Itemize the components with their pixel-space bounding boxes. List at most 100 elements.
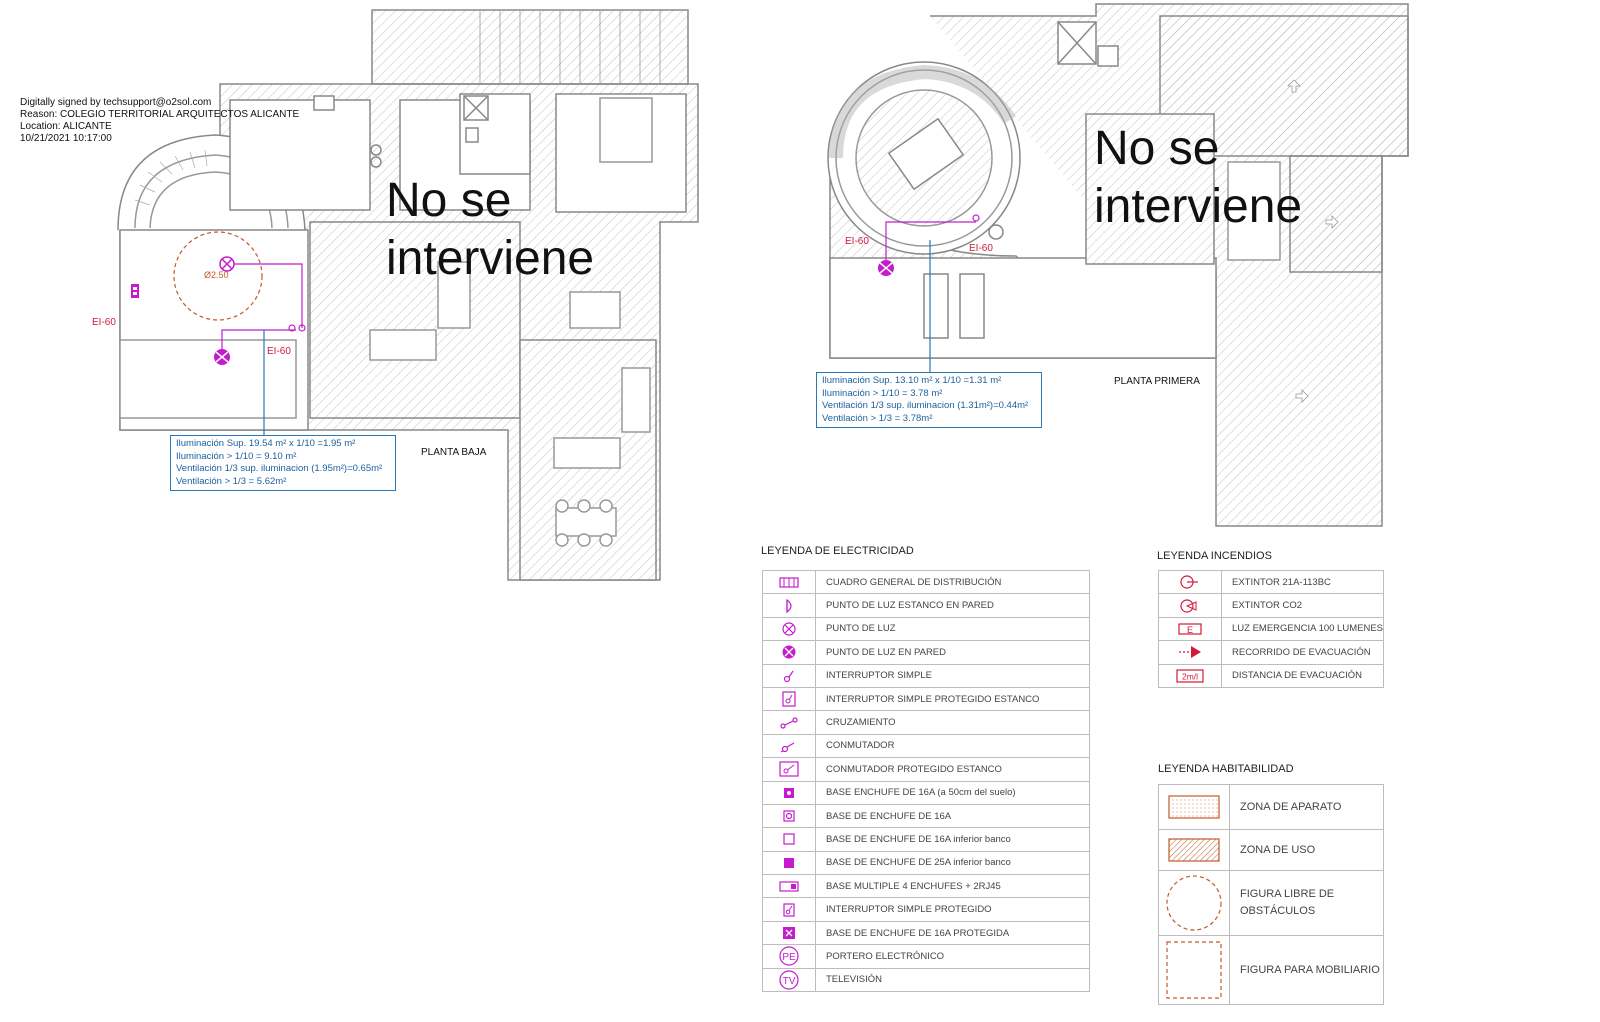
- legend-row: TV TELEVISIÓN: [762, 967, 1090, 993]
- legend-row: BASE MULTIPLE 4 ENCHUFES + 2RJ45: [762, 874, 1090, 899]
- legend-label: DISTANCIA DE EVACUACIÓN: [1221, 663, 1384, 688]
- legend-label: PUNTO DE LUZ EN PARED: [815, 640, 1090, 665]
- legend-row: CONMUTADOR PROTEGIDO ESTANCO: [762, 757, 1090, 782]
- legend-label: INTERRUPTOR SIMPLE PROTEGIDO: [815, 897, 1090, 922]
- ground-no-intervention: No se interviene: [386, 172, 594, 288]
- multi-socket-icon: [779, 881, 799, 892]
- legend-row: PUNTO DE LUZ ESTANCO EN PARED: [762, 593, 1090, 618]
- calc-line: Iluminación > 1/10 = 3.78 m²: [822, 387, 943, 399]
- legend-row: EXTINTOR CO2: [1158, 593, 1384, 618]
- calc-line: Ventilación > 1/3 = 3.78m²: [822, 412, 933, 424]
- no-intervention-line: interviene: [386, 232, 595, 285]
- socket-16a-icon: [783, 810, 795, 822]
- simple-switch-icon: [783, 670, 794, 682]
- light-point-icon: [782, 622, 796, 636]
- wall-light-icon: [782, 645, 796, 659]
- no-intervention-line: No se: [1094, 122, 1220, 175]
- legend-label: INTERRUPTOR SIMPLE PROTEGIDO ESTANCO: [815, 686, 1090, 712]
- legend-label: BASE DE ENCHUFE DE 25A inferior banco: [815, 850, 1090, 876]
- protected-two-way-switch-icon: [779, 761, 799, 777]
- legend-label: FIGURA LIBRE DE OBSTÁCULOS: [1229, 870, 1384, 936]
- emergency-light-icon: E: [1178, 623, 1202, 635]
- calc-line: Ventilación > 1/3 = 5.62m²: [176, 475, 287, 487]
- calc-line: Ventilación 1/3 sup. iluminacion (1.31m²…: [822, 400, 1029, 411]
- protected-switch-icon: [783, 903, 795, 917]
- legend-label: PUNTO DE LUZ ESTANCO EN PARED: [815, 593, 1090, 618]
- calc-line: Iluminación Sup. 13.10 m² x 1/10 =1.31 m…: [822, 375, 1002, 386]
- two-way-switch-icon: [780, 742, 795, 753]
- legend-label: EXTINTOR 21A-113BC: [1221, 569, 1384, 595]
- legend-row: INTERRUPTOR SIMPLE PROTEGIDO: [762, 897, 1090, 922]
- legend-row: ZONA DE USO: [1158, 829, 1384, 871]
- protected-waterproof-switch-icon: [782, 691, 796, 707]
- distance-glyph: 2m/l: [1182, 671, 1198, 681]
- electricity-legend-title: LEYENDA DE ELECTRICIDAD: [761, 545, 914, 557]
- socket-16a-under-counter-icon: [783, 833, 795, 846]
- intercom-icon: PE: [779, 946, 799, 967]
- legend-row: BASE ENCHUFE DE 16A (a 50cm del suelo): [762, 780, 1090, 805]
- signature-line: Digitally signed by techsupport@o2sol.co…: [20, 97, 212, 108]
- electricity-legend-table: CUADRO GENERAL DE DISTRIBUCIÓN PUNTO DE …: [762, 569, 1090, 993]
- legend-row: BASE DE ENCHUFE DE 16A PROTEGIDA: [762, 920, 1090, 946]
- fire-legend-table: EXTINTOR 21A-113BC EXTINTOR CO2 E LUZ EME…: [1158, 569, 1384, 688]
- legend-row: INTERRUPTOR SIMPLE PROTEGIDO ESTANCO: [762, 686, 1090, 712]
- legend-row: RECORRIDO DE EVACUACIÓN: [1158, 640, 1384, 665]
- legend-row: INTERRUPTOR SIMPLE: [762, 663, 1090, 688]
- free-circle-icon: [1166, 875, 1222, 931]
- legend-label: CONMUTADOR PROTEGIDO ESTANCO: [815, 757, 1090, 782]
- ground-floor-label: PLANTA BAJA: [421, 447, 487, 458]
- appliance-zone-icon: [1168, 795, 1220, 819]
- legend-row: BASE DE ENCHUFE DE 16A: [762, 803, 1090, 829]
- legend-label: BASE DE ENCHUFE DE 16A inferior banco: [815, 827, 1090, 852]
- calc-line: Iluminación > 1/10 = 9.10 m²: [176, 450, 297, 462]
- legend-row: 2m/l DISTANCIA DE EVACUACIÓN: [1158, 663, 1384, 688]
- legend-row: FIGURA LIBRE DE OBSTÁCULOS: [1158, 870, 1384, 936]
- intercom-glyph: PE: [782, 952, 796, 963]
- socket-16a-50cm-icon: [784, 787, 794, 798]
- extinguisher-icon: [1180, 575, 1198, 589]
- fire-rating-label: EI-60: [92, 317, 116, 328]
- legend-row: E LUZ EMERGENCIA 100 LUMENES: [1158, 616, 1384, 642]
- legend-row: BASE DE ENCHUFE DE 25A inferior banco: [762, 850, 1090, 876]
- distribution-panel-icon: [779, 577, 799, 588]
- evacuation-route-icon: [1179, 646, 1201, 659]
- legend-row: PUNTO DE LUZ: [762, 616, 1090, 642]
- socket-25a-under-counter-icon: [784, 857, 794, 868]
- free-circle-diameter: Ø2.50: [204, 270, 229, 280]
- legend-label: BASE DE ENCHUFE DE 16A PROTEGIDA: [815, 920, 1090, 946]
- signature-line: Reason: COLEGIO TERRITORIAL ARQUITECTOS …: [20, 109, 300, 120]
- signature-line: 10/21/2021 10:17:00: [20, 133, 112, 144]
- fire-rating-label: EI-60: [267, 346, 291, 357]
- signature-line: Location: ALICANTE: [20, 121, 112, 132]
- first-lighting-calc-box: Iluminación Sup. 13.10 m² x 1/10 =1.31 m…: [816, 372, 1042, 428]
- habitability-legend-table: ZONA DE APARATO ZONA DE USO FIGURA LIBRE…: [1158, 784, 1384, 1005]
- first-no-intervention: No se interviene: [1094, 120, 1302, 236]
- habitability-legend-title: LEYENDA HABITABILIDAD: [1158, 763, 1294, 775]
- furniture-figure-icon: [1166, 941, 1222, 999]
- use-zone-icon: [1168, 838, 1220, 862]
- legend-row: PE PORTERO ELECTRÓNICO: [762, 944, 1090, 969]
- legend-label: CONMUTADOR: [815, 733, 1090, 759]
- first-floor-plan: [827, 3, 1409, 527]
- legend-row: FIGURA PARA MOBILIARIO: [1158, 935, 1384, 1005]
- crossover-switch-icon: [780, 716, 798, 729]
- legend-label: LUZ EMERGENCIA 100 LUMENES: [1221, 616, 1384, 642]
- legend-row: CRUZAMIENTO: [762, 710, 1090, 735]
- legend-label: TELEVISIÓN: [815, 967, 1090, 993]
- digital-signature: Digitally signed by techsupport@o2sol.co…: [20, 97, 299, 145]
- legend-row: PUNTO DE LUZ EN PARED: [762, 640, 1090, 665]
- emergency-glyph: E: [1187, 625, 1193, 635]
- co2-extinguisher-icon: [1180, 598, 1197, 613]
- television-glyph: TV: [783, 976, 796, 987]
- calc-line: Iluminación Sup. 19.54 m² x 1/10 =1.95 m…: [176, 438, 356, 449]
- legend-label: EXTINTOR CO2: [1221, 593, 1384, 618]
- legend-row: CONMUTADOR: [762, 733, 1090, 759]
- legend-label: BASE ENCHUFE DE 16A (a 50cm del suelo): [815, 780, 1090, 805]
- legend-row: ZONA DE APARATO: [1158, 784, 1384, 830]
- legend-label: INTERRUPTOR SIMPLE: [815, 663, 1090, 688]
- legend-row: BASE DE ENCHUFE DE 16A inferior banco: [762, 827, 1090, 852]
- fire-rating-label: EI-60: [845, 236, 869, 247]
- legend-label: PUNTO DE LUZ: [815, 616, 1090, 642]
- protected-socket-icon: [783, 927, 795, 940]
- ground-floor-plan: [117, 9, 699, 581]
